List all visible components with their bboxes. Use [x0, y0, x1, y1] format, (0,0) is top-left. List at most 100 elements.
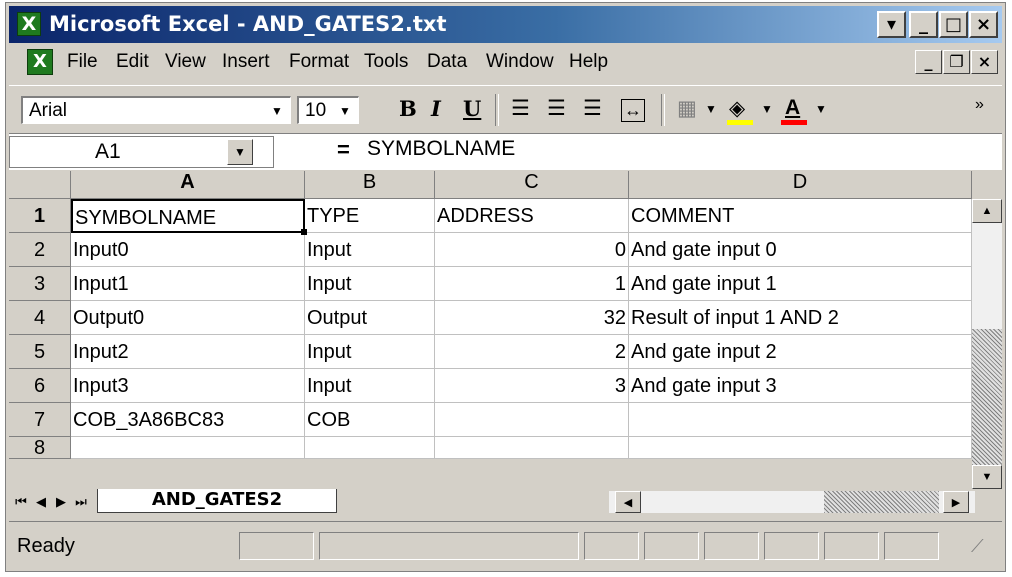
cell-d5[interactable]: And gate input 2 — [629, 335, 972, 369]
menu-data[interactable]: Data — [427, 51, 467, 73]
menu-edit[interactable]: Edit — [116, 51, 149, 73]
row-header[interactable]: 6 — [9, 369, 71, 403]
cell-d7[interactable] — [629, 403, 972, 437]
scroll-left-icon[interactable]: ◀ — [615, 491, 641, 513]
horizontal-scrollbar[interactable]: ◀ ▶ — [609, 491, 975, 513]
cell-a5[interactable]: Input2 — [71, 335, 305, 369]
next-sheet-icon[interactable]: ▶ — [51, 491, 71, 513]
formula-input[interactable]: SYMBOLNAME — [367, 137, 515, 161]
row-header[interactable]: 3 — [9, 267, 71, 301]
scroll-down-icon[interactable]: ▼ — [972, 465, 1002, 489]
title-bar[interactable]: Microsoft Excel - AND_GATES2.txt ▾ _ □ × — [9, 6, 1002, 43]
cell-c8[interactable] — [435, 437, 629, 459]
row-header[interactable]: 5 — [9, 335, 71, 369]
underline-button[interactable]: U — [463, 96, 481, 121]
doc-restore-button[interactable]: ❐ — [943, 50, 970, 74]
maximize-button[interactable]: □ — [939, 11, 968, 38]
cell-b6[interactable]: Input — [305, 369, 435, 403]
align-right-icon[interactable]: ☰ — [583, 96, 602, 121]
prev-sheet-icon[interactable]: ◀ — [31, 491, 51, 513]
cell-c7[interactable] — [435, 403, 629, 437]
doc-close-button[interactable]: × — [971, 50, 998, 74]
bold-button[interactable]: B — [399, 96, 417, 121]
cell-b7[interactable]: COB — [305, 403, 435, 437]
resize-grip-icon[interactable]: ⟋ — [971, 536, 984, 557]
chevron-down-icon[interactable]: ▼ — [334, 100, 356, 122]
row-header[interactable]: 7 — [9, 403, 71, 437]
name-box[interactable]: A1 ▼ — [9, 136, 274, 168]
font-name-combo[interactable]: Arial ▼ — [21, 96, 291, 124]
italic-button[interactable]: I — [431, 96, 441, 121]
cell-a3[interactable]: Input1 — [71, 267, 305, 301]
chevron-down-icon[interactable]: ▼ — [815, 102, 827, 116]
cell-c1[interactable]: ADDRESS — [435, 199, 629, 233]
borders-icon[interactable]: ▦ — [677, 96, 697, 121]
minimize-button[interactable]: _ — [909, 11, 938, 38]
more-buttons-icon[interactable]: » — [975, 96, 984, 114]
column-header-b[interactable]: B — [305, 171, 435, 199]
column-header-a[interactable]: A — [71, 171, 305, 199]
menu-format[interactable]: Format — [289, 51, 349, 73]
cell-a1[interactable]: SYMBOLNAME — [71, 199, 305, 233]
cell-b4[interactable]: Output — [305, 301, 435, 335]
cell-b2[interactable]: Input — [305, 233, 435, 267]
chevron-down-icon[interactable]: ▼ — [227, 139, 253, 165]
chevron-down-icon[interactable]: ▼ — [705, 102, 717, 116]
cell-a7[interactable]: COB_3A86BC83 — [71, 403, 305, 437]
column-header-d[interactable]: D — [629, 171, 972, 199]
excel-app-icon[interactable] — [17, 12, 41, 36]
menu-view[interactable]: View — [165, 51, 206, 73]
workbook-icon[interactable] — [27, 49, 53, 75]
font-size-combo[interactable]: 10 ▼ — [297, 96, 359, 124]
cell-d2[interactable]: And gate input 0 — [629, 233, 972, 267]
cell-a4[interactable]: Output0 — [71, 301, 305, 335]
vertical-scroll-track[interactable] — [972, 329, 1002, 465]
cell-a8[interactable] — [71, 437, 305, 459]
cell-c3[interactable]: 1 — [435, 267, 629, 301]
horizontal-scroll-track[interactable] — [824, 491, 939, 513]
cell-b1[interactable]: TYPE — [305, 199, 435, 233]
menu-file[interactable]: File — [67, 51, 98, 73]
cell-b3[interactable]: Input — [305, 267, 435, 301]
cell-c6[interactable]: 3 — [435, 369, 629, 403]
row-header[interactable]: 2 — [9, 233, 71, 267]
cell-d3[interactable]: And gate input 1 — [629, 267, 972, 301]
column-header-c[interactable]: C — [435, 171, 629, 199]
align-center-icon[interactable]: ☰ — [547, 96, 566, 121]
restore-icon[interactable]: ▾ — [877, 11, 906, 38]
menu-tools[interactable]: Tools — [364, 51, 408, 73]
close-button[interactable]: × — [969, 11, 998, 38]
menu-insert[interactable]: Insert — [222, 51, 270, 73]
font-color-icon[interactable]: A — [785, 96, 800, 120]
cell-b8[interactable] — [305, 437, 435, 459]
menu-help[interactable]: Help — [569, 51, 608, 73]
cell-c5[interactable]: 2 — [435, 335, 629, 369]
align-left-icon[interactable]: ☰ — [511, 96, 530, 121]
cell-d6[interactable]: And gate input 3 — [629, 369, 972, 403]
scroll-right-icon[interactable]: ▶ — [943, 491, 969, 513]
select-all-corner[interactable] — [9, 171, 71, 199]
cell-d8[interactable] — [629, 437, 972, 459]
scroll-up-icon[interactable]: ▲ — [972, 199, 1002, 223]
first-sheet-icon[interactable]: ⏮ — [11, 491, 31, 513]
chevron-down-icon[interactable]: ▼ — [266, 100, 288, 122]
cell-c2[interactable]: 0 — [435, 233, 629, 267]
cell-a2[interactable]: Input0 — [71, 233, 305, 267]
merge-center-icon[interactable]: ↔ — [621, 99, 645, 122]
sheet-tab-and-gates2[interactable]: AND_GATES2 — [97, 489, 337, 513]
row-header[interactable]: 1 — [9, 199, 71, 233]
fill-handle[interactable] — [301, 229, 307, 235]
row-header[interactable]: 8 — [9, 437, 71, 459]
menu-window[interactable]: Window — [486, 51, 554, 73]
cell-d1[interactable]: COMMENT — [629, 199, 972, 233]
cell-c4[interactable]: 32 — [435, 301, 629, 335]
chevron-down-icon[interactable]: ▼ — [761, 102, 773, 116]
fill-color-icon[interactable]: ◈ — [729, 96, 745, 121]
row-header[interactable]: 4 — [9, 301, 71, 335]
cell-a6[interactable]: Input3 — [71, 369, 305, 403]
vertical-scrollbar[interactable]: ▲ ▼ — [972, 199, 1002, 489]
last-sheet-icon[interactable]: ⏭ — [71, 491, 91, 513]
cell-d4[interactable]: Result of input 1 AND 2 — [629, 301, 972, 335]
doc-minimize-button[interactable]: _ — [915, 50, 942, 74]
cell-b5[interactable]: Input — [305, 335, 435, 369]
